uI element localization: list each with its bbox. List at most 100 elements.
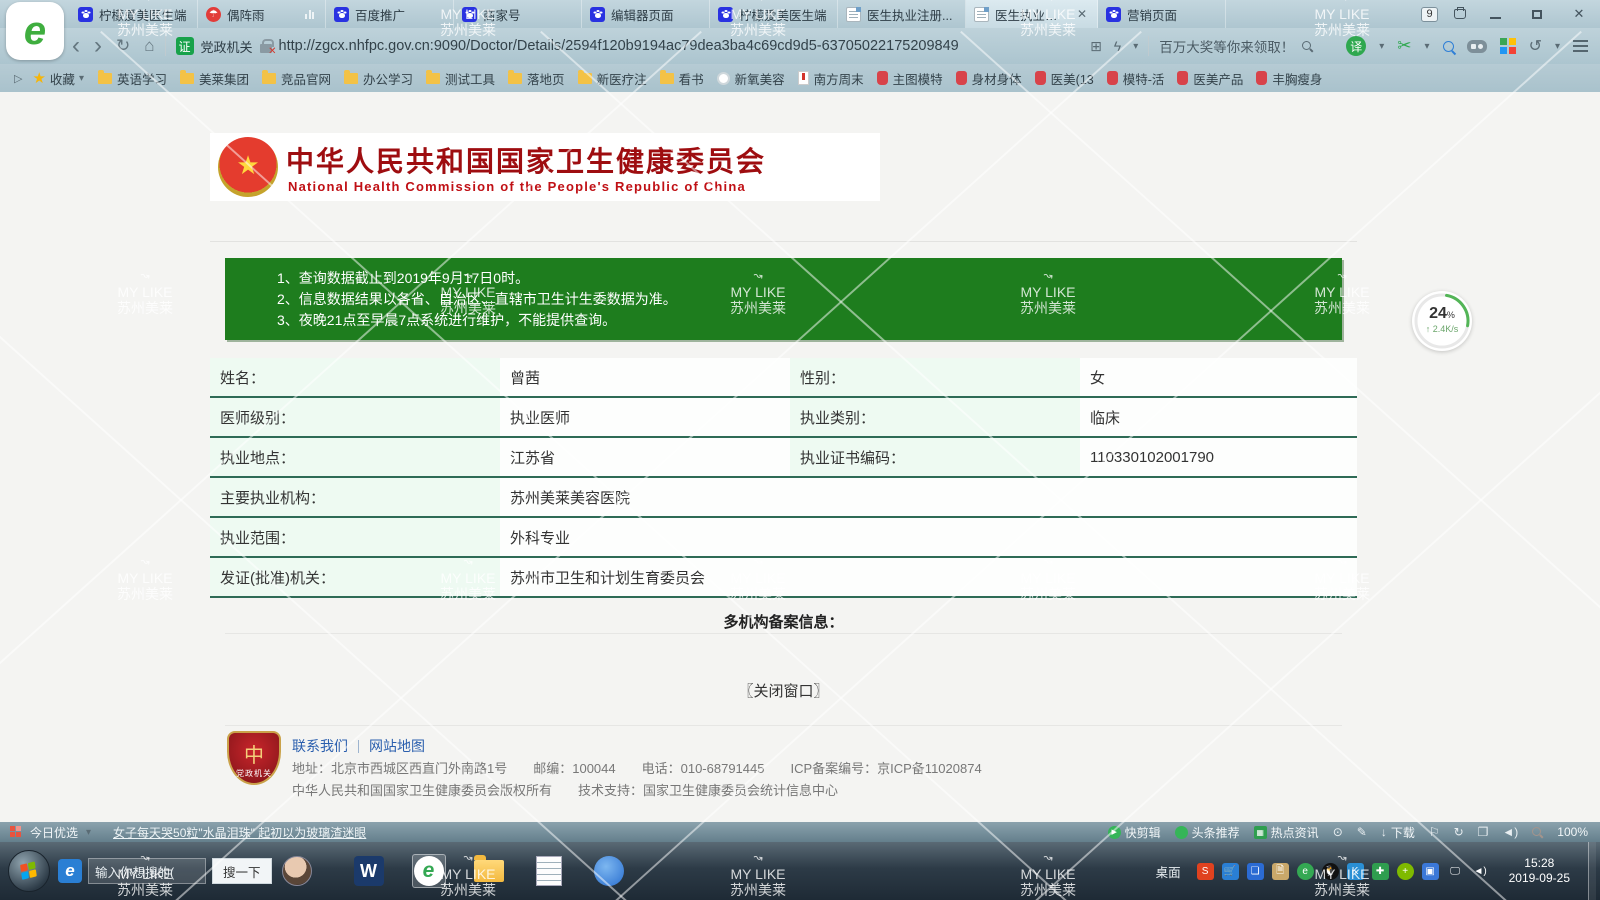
history-icon[interactable]: ↻ bbox=[1454, 825, 1464, 839]
browser-logo[interactable]: e bbox=[6, 2, 64, 60]
search-go-button[interactable]: 搜一下 bbox=[212, 858, 272, 884]
sogou-tray-icon[interactable]: S bbox=[1197, 863, 1214, 880]
address-bar[interactable]: 证 党政机关 http://zgcx.nhfpc.gov.cn:9090/Doc… bbox=[176, 37, 1091, 56]
quick-clip-button[interactable]: ▶快剪辑 bbox=[1108, 824, 1161, 841]
bookmark-folder[interactable]: 落地页 bbox=[508, 69, 565, 88]
tab-lemon-doctor-2[interactable]: 柠檬爱美医生端 bbox=[710, 0, 838, 28]
translate-icon[interactable]: 译 bbox=[1346, 36, 1366, 56]
tab-marketing-page[interactable]: 营销页面 bbox=[1098, 0, 1226, 28]
files-tray-icon[interactable]: 🗎 bbox=[1272, 863, 1289, 880]
lightning-icon[interactable]: ϟ bbox=[1114, 38, 1121, 54]
today-picks-label[interactable]: 今日优选 bbox=[30, 824, 78, 841]
tab-doctor-registry-active[interactable]: 医生执业注册信... ✕ bbox=[966, 0, 1098, 28]
bookmark-link[interactable]: 模特-活 bbox=[1107, 69, 1165, 88]
bookmark-folder[interactable]: 办公学习 bbox=[344, 69, 413, 88]
site-cert-badge[interactable]: 证 bbox=[176, 37, 194, 55]
quick-search-box[interactable]: 百万大奖等你来领取！ bbox=[1159, 36, 1334, 56]
home-icon[interactable]: ⌂ bbox=[144, 36, 154, 56]
desktop-label[interactable]: 桌面 bbox=[1156, 862, 1181, 881]
chevron-down-icon[interactable]: ▾ bbox=[1379, 41, 1384, 52]
hot-news-button[interactable]: ▦热点资讯 bbox=[1254, 824, 1319, 841]
search-icon[interactable] bbox=[1302, 41, 1313, 52]
tab-merchant[interactable]: 商家号 bbox=[454, 0, 582, 28]
tab-close-icon[interactable]: ✕ bbox=[1075, 7, 1089, 21]
qr-code-icon[interactable]: ⊞ bbox=[1090, 38, 1102, 55]
forward-icon[interactable]: › bbox=[94, 36, 102, 56]
bookmark-folder[interactable]: 新医疗注 bbox=[578, 69, 647, 88]
bookmark-link[interactable]: 医美产品 bbox=[1177, 69, 1243, 88]
bookmark-link[interactable]: 主图模特 bbox=[877, 69, 943, 88]
zoom-search-icon[interactable] bbox=[1443, 41, 1454, 52]
maximize-button[interactable] bbox=[1524, 7, 1550, 22]
close-button[interactable]: ✕ bbox=[1566, 6, 1592, 22]
user-avatar[interactable] bbox=[282, 856, 312, 886]
chevron-down-icon[interactable]: ▾ bbox=[86, 827, 91, 838]
bookmark-link[interactable]: 丰胸瘦身 bbox=[1256, 69, 1322, 88]
back-icon[interactable]: ‹ bbox=[72, 36, 80, 56]
browser-search-icon[interactable]: e bbox=[58, 859, 82, 883]
taskbar-clock[interactable]: 15:28 2019-09-25 bbox=[1509, 856, 1570, 886]
tab-lemon-doctor[interactable]: 柠檬爱美医生端 bbox=[70, 0, 198, 28]
zoom-icon[interactable] bbox=[1532, 827, 1543, 838]
url-text[interactable]: http://zgcx.nhfpc.gov.cn:9090/Doctor/Det… bbox=[279, 38, 959, 54]
zoom-level[interactable]: 100% bbox=[1557, 825, 1588, 839]
apps-grid-icon[interactable] bbox=[1500, 38, 1516, 54]
bookmark-folder[interactable]: 测试工具 bbox=[426, 69, 495, 88]
minimize-button[interactable] bbox=[1482, 7, 1508, 22]
network-tray-icon[interactable]: 🖵 bbox=[1447, 863, 1464, 880]
shield-tray-icon[interactable]: ✚ bbox=[1372, 863, 1389, 880]
taskbar-search-input[interactable]: 输入你想搜的( bbox=[88, 858, 206, 884]
bookmark-link[interactable]: 南方周末 bbox=[798, 69, 864, 88]
downloads-button[interactable]: ↓下载 bbox=[1381, 824, 1415, 841]
close-window-link[interactable]: 〖关闭窗口〗 bbox=[210, 680, 1357, 701]
tab-doctor-registry-1[interactable]: 医生执业注册... bbox=[838, 0, 966, 28]
undo-icon[interactable]: ↺ bbox=[1529, 36, 1542, 56]
bookmark-folder[interactable]: 美莱集团 bbox=[180, 69, 249, 88]
image-tray-icon[interactable]: ▣ bbox=[1422, 863, 1439, 880]
tab-counter[interactable]: 9 bbox=[1421, 7, 1438, 22]
bookmark-folder[interactable]: 竞品官网 bbox=[262, 69, 331, 88]
bookmark-link[interactable]: 身材身体 bbox=[956, 69, 1022, 88]
refresh-icon[interactable]: ↻ bbox=[116, 36, 130, 56]
app-notepad[interactable] bbox=[532, 854, 566, 888]
bookmarks-expander-icon[interactable]: ▷ bbox=[14, 72, 22, 85]
chevron-down-icon[interactable]: ▾ bbox=[1425, 41, 1430, 52]
theme-icon[interactable] bbox=[1454, 9, 1466, 19]
pin-icon[interactable]: ✎ bbox=[1357, 825, 1367, 839]
flag-icon[interactable]: ⚐ bbox=[1429, 825, 1440, 839]
toutiao-button[interactable]: 头条推荐 bbox=[1175, 824, 1240, 841]
chevron-down-icon[interactable]: ▾ bbox=[1555, 41, 1560, 52]
books-tray-icon[interactable]: ❏ bbox=[1247, 863, 1264, 880]
eye-protect-icon[interactable]: ⊙ bbox=[1333, 825, 1343, 839]
app-photos[interactable] bbox=[592, 854, 626, 888]
app-word[interactable]: W bbox=[352, 854, 386, 888]
bookmark-link[interactable]: 医美(13 bbox=[1035, 69, 1094, 88]
chevron-down-icon[interactable]: ▾ bbox=[1133, 41, 1138, 52]
bookmark-link[interactable]: 新氧美容 bbox=[717, 69, 785, 88]
screenshot-scissors-icon[interactable]: ✂ bbox=[1397, 36, 1411, 56]
contact-us-link[interactable]: 联系我们 bbox=[292, 736, 348, 756]
cart-tray-icon[interactable]: 🛒 bbox=[1222, 863, 1239, 880]
favorites-button[interactable]: ★ 收藏 ▾ bbox=[32, 69, 84, 88]
tab-editor[interactable]: 编辑器页面 bbox=[582, 0, 710, 28]
tab-weather[interactable]: ☂ 偶阵雨 bbox=[198, 0, 326, 28]
app-browser-active[interactable]: e bbox=[412, 854, 446, 888]
bookmark-folder[interactable]: 英语学习 bbox=[98, 69, 167, 88]
games-icon[interactable] bbox=[1467, 40, 1487, 53]
sitemap-link[interactable]: 网站地图 bbox=[369, 736, 425, 756]
news-headline-link[interactable]: 女子每天哭50粒"水晶泪珠" 起初以为玻璃渣迷眼 bbox=[113, 824, 366, 841]
window-split-icon[interactable]: ❐ bbox=[1478, 825, 1489, 839]
tab-baidu-promo[interactable]: 百度推广 bbox=[326, 0, 454, 28]
gov-badge-icon[interactable]: 中 党政机关 bbox=[227, 731, 281, 785]
start-button[interactable] bbox=[8, 850, 50, 892]
show-desktop-button[interactable] bbox=[1588, 842, 1596, 900]
mute-speaker-icon[interactable]: ◄) bbox=[1502, 825, 1518, 839]
plus-tray-icon[interactable]: + bbox=[1397, 863, 1414, 880]
green-e-tray-icon[interactable]: e bbox=[1297, 863, 1314, 880]
menu-icon[interactable] bbox=[1573, 40, 1588, 52]
app-file-explorer[interactable] bbox=[472, 854, 506, 888]
bookmark-folder[interactable]: 看书 bbox=[660, 69, 704, 88]
volume-tray-icon[interactable]: ◄) bbox=[1472, 863, 1489, 880]
download-speed-widget[interactable]: 24% ↑ 2.4K/s bbox=[1412, 291, 1472, 351]
doc-tray-icon[interactable]: K bbox=[1347, 863, 1364, 880]
